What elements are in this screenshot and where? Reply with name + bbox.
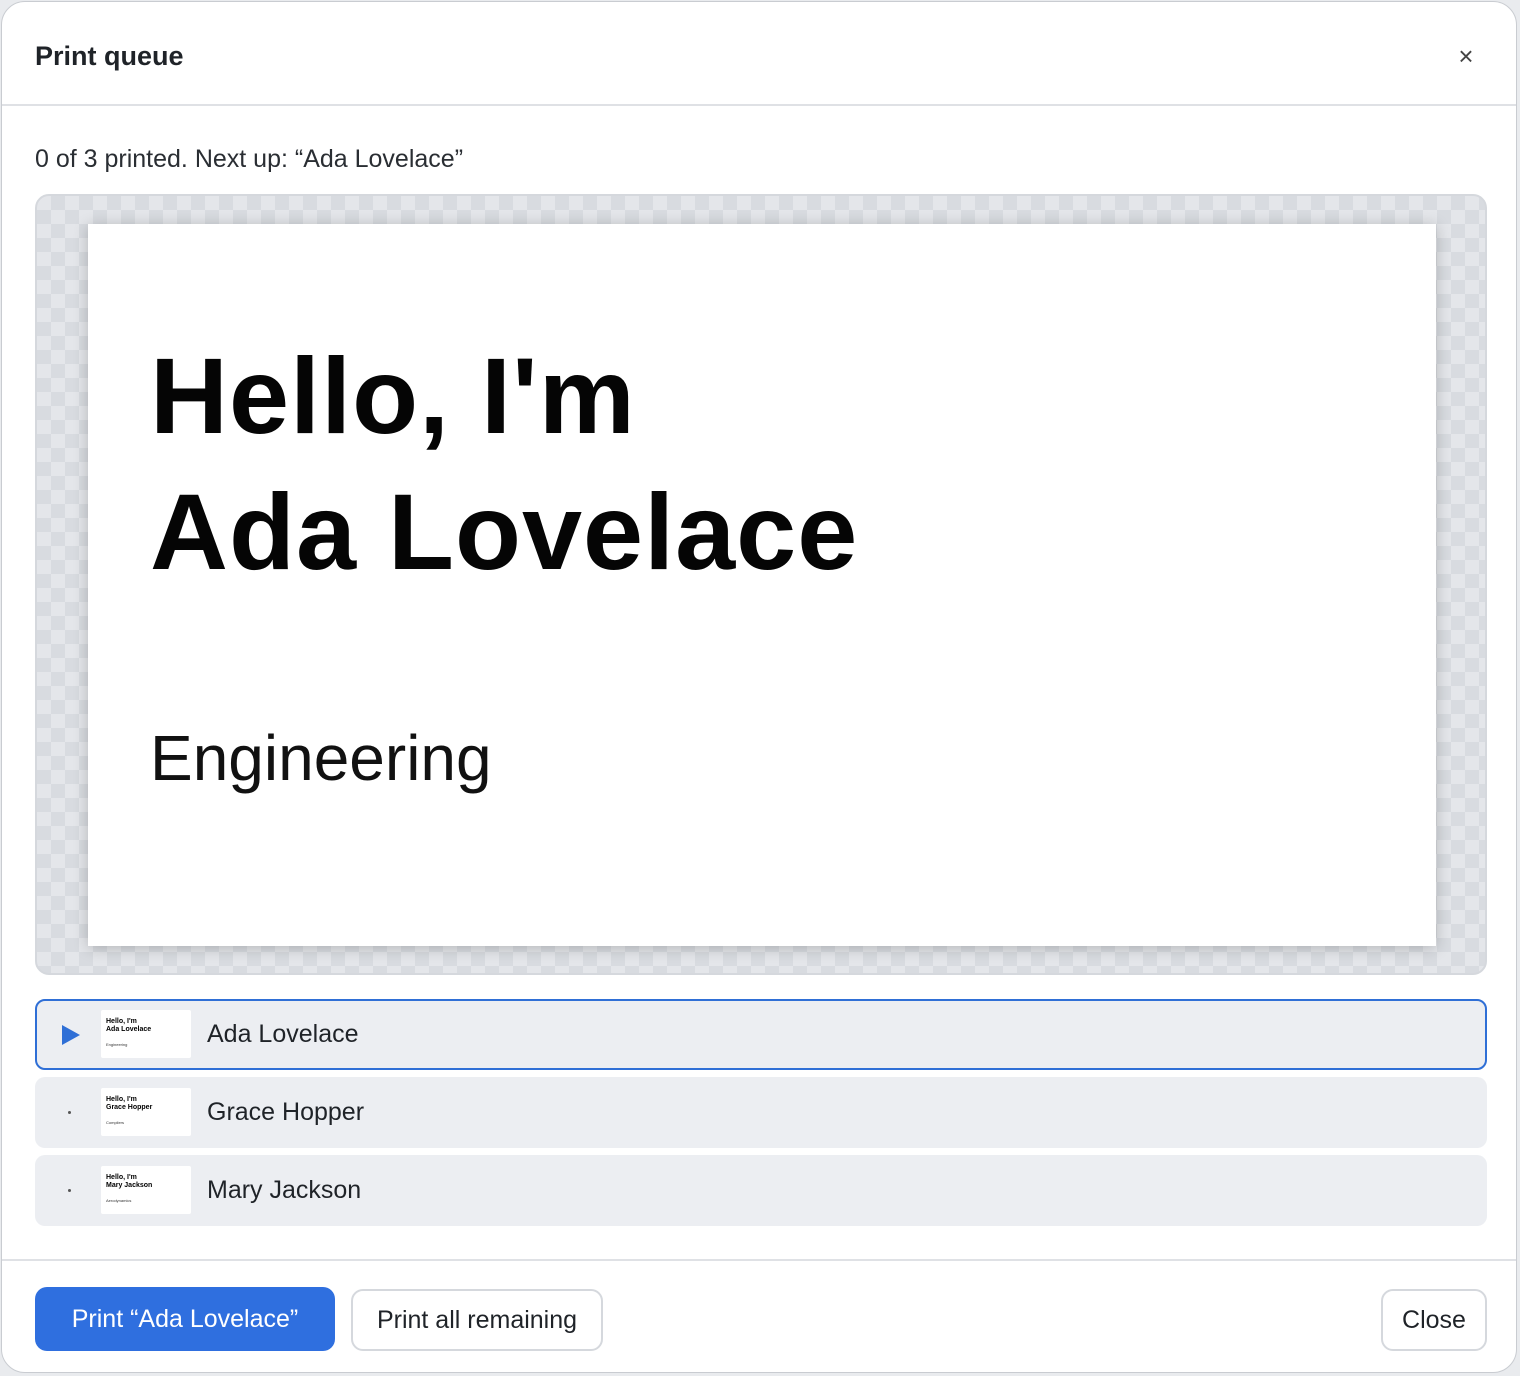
thumb-greeting: Hello, I'm xyxy=(106,1018,137,1025)
dialog-footer: Print “Ada Lovelace” Print all remaining… xyxy=(2,1259,1516,1372)
thumb-greeting: Hello, I'm xyxy=(106,1174,137,1181)
queue-item-label: Ada Lovelace xyxy=(207,1020,359,1048)
close-icon[interactable]: × xyxy=(1448,38,1484,74)
thumb-name: Mary Jackson xyxy=(106,1182,153,1189)
dot-icon xyxy=(55,1155,83,1226)
thumb-department: Engineering xyxy=(106,1042,128,1047)
queue-item-mary-jackson[interactable]: Hello, I'm Mary Jackson Aerodynamics Mar… xyxy=(35,1155,1487,1226)
badge-thumbnail: Hello, I'm Mary Jackson Aerodynamics xyxy=(101,1166,191,1214)
close-button[interactable]: Close xyxy=(1381,1289,1487,1351)
thumb-department: Aerodynamics xyxy=(106,1198,132,1203)
queue-item-ada-lovelace[interactable]: Hello, I'm Ada Lovelace Engineering Ada … xyxy=(35,999,1487,1070)
print-current-button[interactable]: Print “Ada Lovelace” xyxy=(35,1287,335,1351)
queue-item-grace-hopper[interactable]: Hello, I'm Grace Hopper Compilers Grace … xyxy=(35,1077,1487,1148)
dialog-header: Print queue × xyxy=(2,2,1516,106)
badge-thumbnail: Hello, I'm Grace Hopper Compilers xyxy=(101,1088,191,1136)
badge-preview: Hello, I'm Ada Lovelace Engineering xyxy=(35,194,1487,975)
badge-thumbnail: Hello, I'm Ada Lovelace Engineering xyxy=(101,1010,191,1058)
badge-name: Ada Lovelace xyxy=(150,471,859,592)
thumb-name: Grace Hopper xyxy=(106,1104,153,1111)
badge-department: Engineering xyxy=(150,722,492,794)
print-all-remaining-button[interactable]: Print all remaining xyxy=(351,1289,603,1351)
thumb-greeting: Hello, I'm xyxy=(106,1096,137,1103)
print-queue-dialog: Print queue × 0 of 3 printed. Next up: “… xyxy=(1,1,1517,1373)
dot-icon xyxy=(55,1077,83,1148)
thumb-name: Ada Lovelace xyxy=(106,1026,152,1033)
queue-item-label: Grace Hopper xyxy=(207,1098,365,1126)
badge-greeting: Hello, I'm xyxy=(150,335,636,456)
dialog-title: Print queue xyxy=(35,41,184,71)
queue-status-text: 0 of 3 printed. Next up: “Ada Lovelace” xyxy=(35,145,464,173)
thumb-department: Compilers xyxy=(106,1120,125,1125)
badge-card: Hello, I'm Ada Lovelace Engineering xyxy=(88,224,1436,946)
queue-item-label: Mary Jackson xyxy=(207,1176,362,1204)
play-icon xyxy=(57,1001,85,1068)
